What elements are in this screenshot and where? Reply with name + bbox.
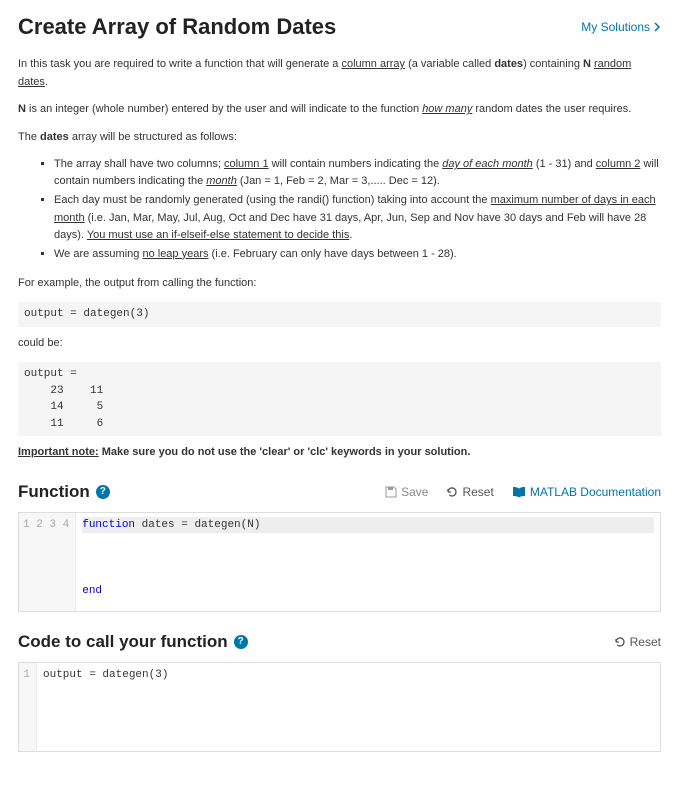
code-area[interactable]: output = dategen(3) bbox=[37, 663, 660, 751]
example-code-1: output = dategen(3) bbox=[18, 302, 661, 327]
help-icon[interactable]: ? bbox=[96, 485, 110, 499]
my-solutions-link[interactable]: My Solutions bbox=[581, 20, 661, 34]
caller-section-title: Code to call your function bbox=[18, 632, 228, 652]
code-area[interactable]: function dates = dategen(N) end bbox=[76, 513, 660, 611]
reset-caller-button[interactable]: Reset bbox=[614, 635, 661, 649]
list-item: We are assuming no leap years (i.e. Febr… bbox=[54, 246, 661, 263]
example-code-2: output = 23 11 14 5 11 6 bbox=[18, 362, 661, 436]
function-section-title: Function bbox=[18, 482, 90, 502]
book-icon bbox=[512, 486, 526, 498]
important-note: Important note: Make sure you do not use… bbox=[18, 444, 661, 462]
line-gutter: 1 bbox=[19, 663, 37, 751]
caller-editor[interactable]: 1 output = dategen(3) bbox=[18, 662, 661, 752]
reset-button[interactable]: Reset bbox=[446, 485, 493, 499]
matlab-doc-link[interactable]: MATLAB Documentation bbox=[512, 485, 661, 499]
my-solutions-label: My Solutions bbox=[581, 20, 650, 34]
list-item: Each day must be randomly generated (usi… bbox=[54, 192, 661, 243]
line-gutter: 1 2 3 4 bbox=[19, 513, 76, 611]
reset-icon bbox=[446, 486, 458, 498]
reset-icon bbox=[614, 636, 626, 648]
save-button[interactable]: Save bbox=[385, 485, 428, 499]
help-icon[interactable]: ? bbox=[234, 635, 248, 649]
page-title: Create Array of Random Dates bbox=[18, 14, 336, 40]
chevron-right-icon bbox=[654, 22, 661, 32]
problem-description: In this task you are required to write a… bbox=[18, 56, 661, 462]
function-editor[interactable]: 1 2 3 4 function dates = dategen(N) end bbox=[18, 512, 661, 612]
save-icon bbox=[385, 486, 397, 498]
list-item: The array shall have two columns; column… bbox=[54, 156, 661, 190]
